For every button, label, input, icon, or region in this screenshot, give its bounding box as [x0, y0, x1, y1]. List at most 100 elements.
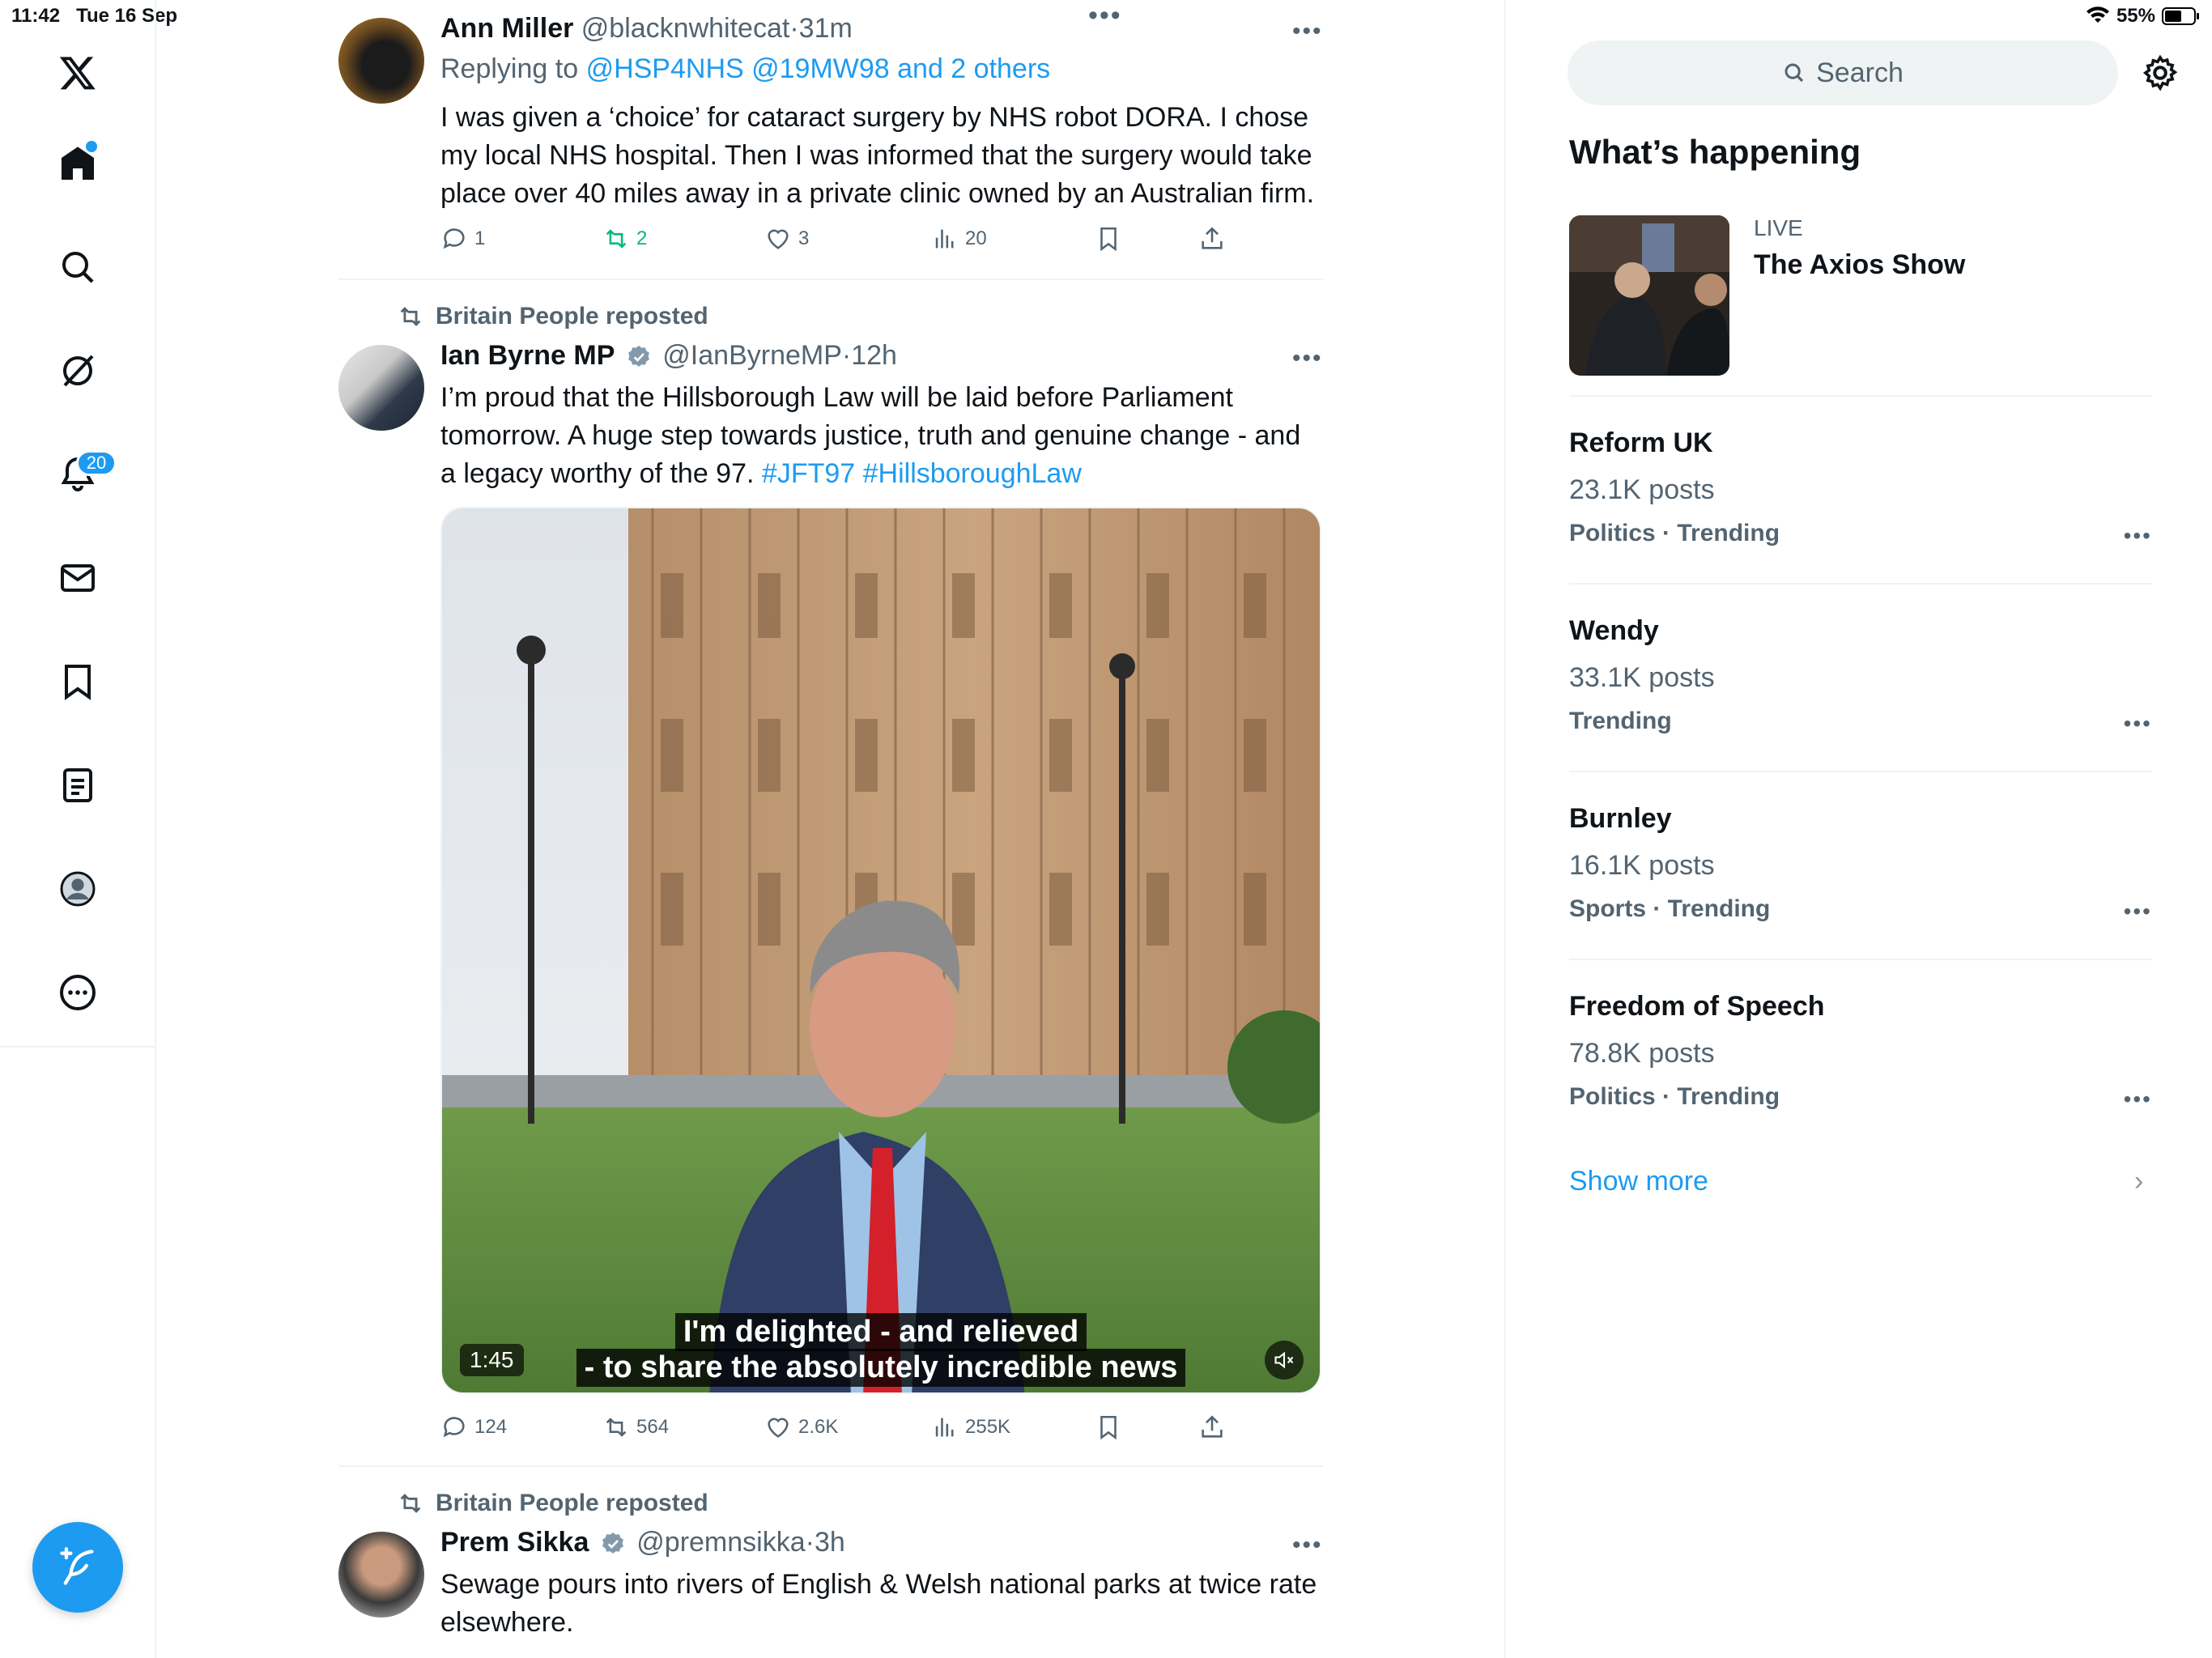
author-handle[interactable]: @premnsikka: [636, 1527, 805, 1558]
status-right: 55%: [2086, 5, 2201, 28]
x-logo-icon[interactable]: [39, 34, 117, 112]
repost-button[interactable]: 564: [602, 1414, 669, 1441]
tweet-text: Sewage pours into rivers of English & We…: [440, 1569, 1317, 1638]
trend-count: 23.1K posts: [1569, 474, 1715, 505]
reply-count: 124: [474, 1416, 508, 1438]
trend-more-icon[interactable]: •••: [2124, 899, 2152, 925]
live-thumbnail-image: [1569, 215, 1729, 376]
live-title[interactable]: The Axios Show: [1754, 249, 1965, 281]
views-icon: [935, 229, 954, 249]
author-name[interactable]: Ann Miller: [440, 13, 573, 44]
tweet-text: I was given a ‘choice’ for cataract surg…: [440, 102, 1315, 209]
search-input[interactable]: Search: [1568, 40, 2118, 105]
tweet-video[interactable]: I'm delighted - and relieved - to share …: [440, 507, 1321, 1394]
avatar-ann-miller[interactable]: [338, 18, 424, 104]
verified-icon: [627, 346, 649, 367]
views-icon: [935, 1418, 954, 1437]
lists-icon[interactable]: [39, 746, 117, 824]
reply-icon: [443, 1417, 465, 1438]
trend-count: 16.1K posts: [1569, 850, 1715, 881]
trend-item[interactable]: Reform UK 23.1K posts Politics · Trendin…: [1569, 427, 2152, 549]
wifi-icon: [2086, 6, 2109, 23]
share-button[interactable]: [1198, 225, 1226, 253]
mute-icon: [1274, 1351, 1294, 1369]
share-icon: [1202, 227, 1223, 249]
chevron-right-icon[interactable]: ›: [2134, 1166, 2143, 1197]
trend-meta: Trending: [1569, 708, 1672, 734]
more-options-icon[interactable]: [39, 954, 117, 1031]
author-name[interactable]: Ian Byrne MP: [440, 340, 615, 371]
trend-item[interactable]: Burnley 16.1K posts Sports · Trending ••…: [1569, 803, 2152, 925]
like-count: 2.6K: [798, 1416, 839, 1438]
author-handle[interactable]: @IanByrneMP: [662, 340, 842, 371]
whats-happening-title: What’s happening: [1569, 133, 1861, 171]
replying-to: Replying to @HSP4NHS @19MW98 and 2 other…: [440, 53, 1050, 85]
tweet-more-icon[interactable]: •••: [1292, 346, 1323, 371]
side-nav: 20: [0, 0, 156, 1658]
bookmark-icon: [1100, 227, 1117, 252]
like-icon: [768, 229, 789, 249]
reply-button[interactable]: 1: [440, 225, 485, 253]
show-more-link[interactable]: Show more: [1569, 1166, 1708, 1197]
mute-button[interactable]: [1265, 1341, 1304, 1380]
profile-icon[interactable]: [39, 850, 117, 928]
author-name[interactable]: Prem Sikka: [440, 1527, 589, 1558]
caption-text-2: - to share the absolutely incredible new…: [576, 1349, 1186, 1387]
reply-count: 1: [474, 227, 486, 249]
compose-button[interactable]: [32, 1522, 123, 1613]
home-icon[interactable]: [39, 125, 117, 202]
bookmark-button[interactable]: [1095, 1414, 1122, 1441]
avatar-ian-byrne[interactable]: [338, 345, 424, 431]
separator-dot: ·: [841, 340, 852, 371]
search-icon: [1784, 63, 1804, 83]
trend-meta: Politics · Trending: [1569, 520, 1780, 546]
like-button[interactable]: 2.6K: [764, 1414, 838, 1441]
repost-context-icon: [400, 1494, 421, 1513]
notifications-badge: 20: [76, 450, 117, 476]
avatar-prem-sikka[interactable]: [338, 1532, 424, 1618]
messages-mail-icon[interactable]: [39, 539, 117, 617]
author-handle[interactable]: @blacknwhitecat: [581, 13, 790, 44]
repost-count: 2: [636, 227, 648, 249]
trend-title: Burnley: [1569, 803, 1672, 834]
reposted-by-label: Britain People reposted: [436, 303, 708, 329]
repost-context[interactable]: Britain People reposted: [397, 1490, 708, 1517]
separator-dot: ·: [789, 13, 799, 44]
trend-more-icon[interactable]: •••: [2124, 523, 2152, 549]
trend-item[interactable]: Wendy 33.1K posts Trending •••: [1569, 615, 2152, 737]
search-icon[interactable]: [39, 228, 117, 306]
like-button[interactable]: 3: [764, 225, 809, 253]
grok-icon[interactable]: [39, 332, 117, 410]
tweet-text: I’m proud that the Hillsborough Law will…: [440, 379, 1323, 493]
live-thumbnail[interactable]: [1569, 215, 1729, 376]
bookmarks-icon[interactable]: [39, 643, 117, 721]
caption-text-1: I'm delighted - and relieved: [674, 1313, 1087, 1351]
share-button[interactable]: [1198, 1414, 1226, 1441]
bookmark-button[interactable]: [1095, 225, 1122, 253]
trend-more-icon[interactable]: •••: [2124, 1086, 2152, 1112]
trend-item[interactable]: Freedom of Speech 78.8K posts Politics ·…: [1569, 991, 2152, 1112]
repost-icon: [606, 1418, 627, 1437]
tweet-hashtags[interactable]: #JFT97 #HillsboroughLaw: [762, 458, 1082, 489]
repost-button[interactable]: 2: [602, 225, 647, 253]
reply-button[interactable]: 124: [440, 1414, 507, 1441]
compose-icon: [60, 1547, 94, 1585]
replying-to-links[interactable]: @HSP4NHS @19MW98 and 2 others: [586, 53, 1051, 84]
views-button[interactable]: 255K: [931, 1414, 1010, 1441]
trend-count: 33.1K posts: [1569, 662, 1715, 693]
like-icon: [768, 1418, 789, 1438]
views-button[interactable]: 20: [931, 225, 987, 253]
multitasking-dots-icon[interactable]: •••: [1088, 2, 1122, 29]
home-unread-dot: [86, 141, 97, 152]
trend-more-icon[interactable]: •••: [2124, 711, 2152, 737]
tweet-more-icon[interactable]: •••: [1292, 19, 1323, 44]
tweet-more-icon[interactable]: •••: [1292, 1533, 1323, 1558]
repost-icon: [606, 229, 627, 249]
trend-title: Reform UK: [1569, 427, 1713, 458]
tweet-divider: [338, 278, 1323, 280]
like-count: 3: [798, 227, 810, 249]
repost-context[interactable]: Britain People reposted: [397, 303, 708, 330]
replying-prefix: Replying to: [440, 53, 579, 84]
video-duration: 1:45: [460, 1344, 524, 1376]
settings-gear-icon[interactable]: [2141, 53, 2180, 92]
